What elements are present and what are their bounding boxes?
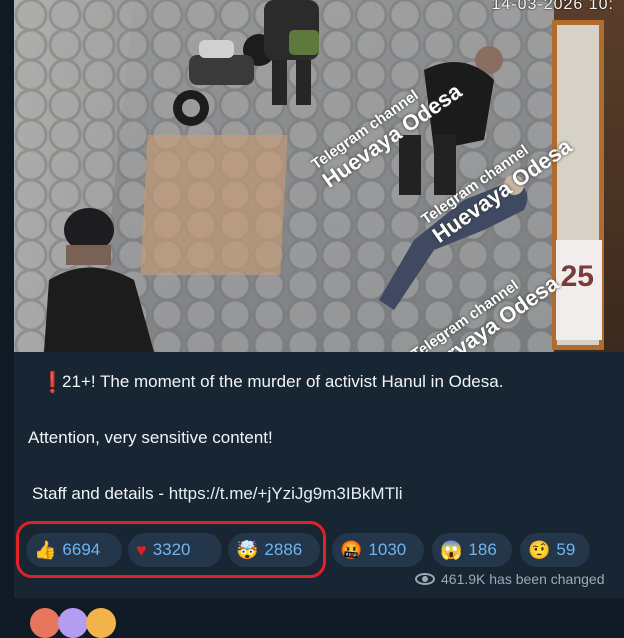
- view-counter: 461.9K has been changed: [415, 571, 604, 587]
- reaction-raised-eyebrow[interactable]: 🤨 59: [520, 533, 590, 567]
- video-timestamp: 14-03-2026 10:: [491, 0, 614, 13]
- message-line-3: Staff and details - https://t.me/+jYziJg…: [32, 484, 403, 504]
- reaction-count: 59: [556, 540, 576, 559]
- views-text: 461.9K has been changed: [441, 571, 605, 587]
- reaction-count: 186: [468, 540, 497, 559]
- message-line-2: Attention, very sensitive content!: [28, 428, 273, 447]
- eye-icon: [415, 573, 435, 585]
- poster-number: 25: [560, 260, 594, 293]
- invite-link[interactable]: https://t.me/+jYziJg9m3IBkMTli: [169, 484, 403, 503]
- message-line-3-prefix: Staff and details -: [32, 484, 169, 503]
- message-line-1: 21+! The moment of the murder of activis…: [62, 372, 504, 391]
- message-photo[interactable]: 25 14-03-2026 10: Telegram channel Hueva…: [14, 0, 624, 352]
- avatar[interactable]: [30, 608, 60, 638]
- cursing-face-icon: 🤬: [340, 539, 363, 560]
- screaming-face-icon: 😱: [440, 539, 463, 560]
- raised-eyebrow-icon: 🤨: [528, 539, 551, 560]
- avatar[interactable]: [58, 608, 88, 638]
- reaction-cursing-face[interactable]: 🤬 1030: [332, 533, 424, 567]
- highlight-outline: [16, 521, 326, 578]
- bystander-figure: [264, 0, 319, 105]
- reaction-count: 1030: [368, 540, 407, 559]
- reaction-screaming-face[interactable]: 😱 186: [432, 533, 512, 567]
- standing-man-figure: [44, 208, 154, 352]
- avatar[interactable]: [86, 608, 116, 638]
